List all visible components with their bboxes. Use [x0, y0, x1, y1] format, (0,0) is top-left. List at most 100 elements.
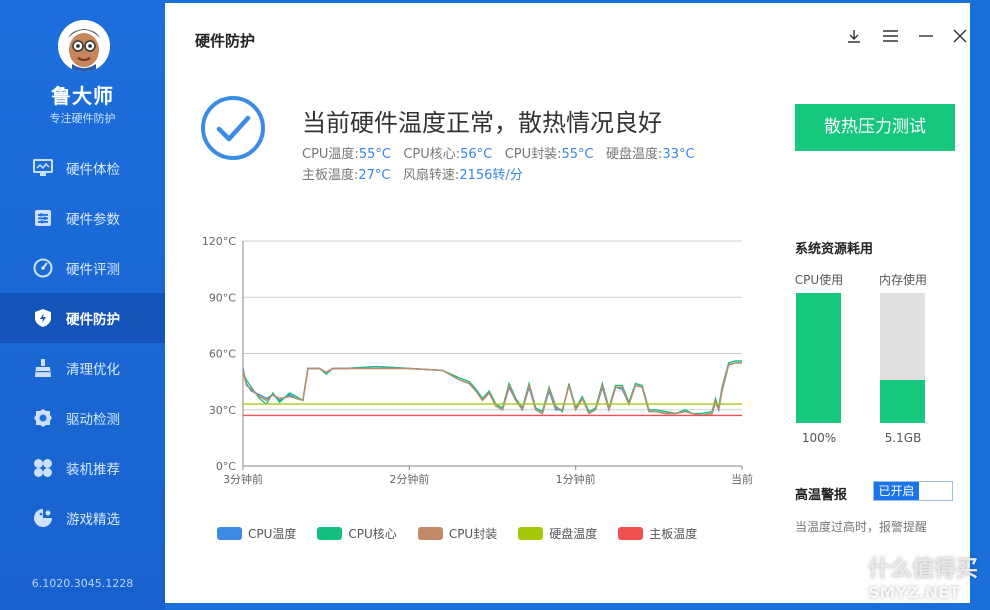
minimize-icon: [919, 35, 933, 37]
legend-item-disk-temp: 硬盘温度: [518, 525, 597, 542]
minimize-button[interactable]: [915, 25, 937, 47]
mascot-icon: [58, 20, 110, 72]
sidebar-item-label: 装机推荐: [66, 462, 120, 478]
legend-swatch: [618, 527, 644, 540]
avatar[interactable]: [58, 20, 110, 72]
sidebar: 鲁大师 专注硬件防护 硬件体检 硬件参数 硬件评测 硬件防护 清理优化 驱动检测…: [0, 0, 165, 610]
main-panel: 硬件防护 当前硬件温度正常，散热情况良好 CPU温度:55°C CPU核心:56…: [165, 3, 970, 603]
cpu-package-value: 55°C: [561, 147, 594, 162]
version-text: 6.1020.3045.1228: [31, 577, 134, 590]
legend-item-cpu-temp: CPU温度: [217, 525, 296, 542]
watermark: 什么值得买 SMYZ.NET: [868, 551, 978, 602]
temperature-readouts: CPU温度:55°C CPU核心:56°C CPU封装:55°C 硬盘温度:33…: [302, 144, 772, 186]
y-tick-label: 30°C: [209, 404, 236, 417]
sidebar-item-hardware-protection[interactable]: 硬件防护: [0, 293, 165, 343]
legend-item-cpu-core: CPU核心: [317, 525, 397, 542]
sidebar-item-hardware-benchmark[interactable]: 硬件评测: [0, 243, 165, 293]
cpu-temp-label: CPU温度:: [302, 147, 359, 162]
board-temp-value: 27°C: [358, 168, 391, 183]
app-subtitle: 专注硬件防护: [49, 112, 116, 125]
fan-speed-value: 2156转/分: [459, 168, 523, 183]
cpu-usage-fill: [796, 293, 841, 423]
legend-item-cpu-package: CPU封装: [417, 525, 498, 542]
sidebar-item-hardware-check[interactable]: 硬件体检: [0, 143, 165, 193]
high-temp-alarm-title: 高温警报: [795, 488, 848, 503]
board-temp-label: 主板温度:: [302, 168, 359, 183]
legend-label: CPU核心: [348, 527, 397, 541]
status-check-icon: [200, 95, 266, 161]
legend-label: CPU封装: [448, 527, 498, 541]
legend-swatch: [317, 527, 343, 540]
x-tick-label: 3分钟前: [223, 472, 263, 486]
x-tick-label: 2分钟前: [389, 472, 429, 486]
alarm-toggle-label: 已开启: [874, 482, 919, 500]
sidebar-item-label: 硬件参数: [66, 212, 120, 228]
cpu-temp-value: 55°C: [358, 147, 391, 162]
sidebar-item-clean-optimize[interactable]: 清理优化: [0, 343, 165, 393]
cpu-core-value: 56°C: [460, 147, 493, 162]
series-line-2: [242, 362, 742, 417]
legend-item-board-temp: 主板温度: [618, 525, 697, 542]
stress-test-button[interactable]: 散热压力测试: [795, 104, 955, 151]
sidebar-item-label: 硬件体检: [66, 162, 120, 178]
cpu-usage-bar: [796, 293, 841, 423]
sidebar-item-label: 游戏精选: [66, 512, 120, 528]
temps-line-1: CPU温度:55°C CPU核心:56°C CPU封装:55°C 硬盘温度:33…: [302, 144, 772, 165]
download-icon: [848, 30, 860, 43]
legend-label: 硬盘温度: [549, 527, 598, 541]
menu-button[interactable]: [879, 25, 901, 47]
cpu-usage-label: CPU使用: [794, 273, 844, 287]
y-tick-label: 90°C: [209, 291, 236, 304]
legend-swatch: [518, 527, 544, 540]
sidebar-item-hardware-params[interactable]: 硬件参数: [0, 193, 165, 243]
app-name: 鲁大师: [51, 84, 114, 108]
disk-temp-label: 硬盘温度:: [606, 147, 663, 162]
legend-swatch: [417, 527, 443, 540]
watermark-text: 什么值得买: [867, 557, 978, 582]
memory-usage-fill: [880, 380, 925, 423]
broom-icon: [32, 357, 54, 379]
resources-title: 系统资源耗用: [795, 242, 874, 257]
sidebar-item-label: 硬件防护: [66, 312, 120, 328]
legend-swatch: [217, 527, 242, 540]
shield-icon: [32, 307, 54, 329]
temps-line-2: 主板温度:27°C 风扇转速:2156转/分: [302, 165, 772, 186]
gauge-icon: [32, 257, 54, 279]
memory-usage-value: 5.1GB: [884, 431, 922, 445]
sidebar-item-label: 硬件评测: [66, 262, 120, 278]
status-headline: 当前硬件温度正常，散热情况良好: [302, 109, 662, 137]
memory-usage-label: 内存使用: [878, 273, 927, 287]
disk-temp-value: 33°C: [662, 147, 695, 162]
cpu-usage-value: 100%: [801, 431, 837, 445]
x-tick-label: 当前: [731, 472, 753, 486]
close-button[interactable]: [949, 25, 971, 47]
fan-speed-label: 风扇转速:: [402, 168, 460, 183]
legend-label: 主板温度: [649, 527, 698, 541]
temperature-chart: 0°C 30°C 60°C 90°C 120°C 3分钟前 2分钟前 1分钟前 当前: [202, 235, 753, 486]
series-line-0: [242, 362, 742, 417]
sidebar-item-game-picks[interactable]: 游戏精选: [0, 493, 165, 543]
sidebar-item-build-recommend[interactable]: 装机推荐: [0, 443, 165, 493]
alarm-toggle[interactable]: 已开启: [873, 481, 953, 501]
sidebar-item-label: 驱动检测: [66, 412, 120, 428]
sidebar-item-driver-detect[interactable]: 驱动检测: [0, 393, 165, 443]
close-icon: [953, 29, 967, 43]
y-tick-label: 60°C: [209, 348, 236, 361]
x-tick-label: 1分钟前: [556, 472, 596, 486]
monitor-icon: [32, 157, 54, 179]
alarm-description: 当温度过高时，报警提醒: [795, 520, 928, 534]
cpu-package-label: CPU封装:: [504, 147, 562, 162]
sidebar-nav: 硬件体检 硬件参数 硬件评测 硬件防护 清理优化 驱动检测 装机推荐 游戏精选: [0, 143, 165, 543]
gear-icon: [32, 407, 54, 429]
download-button[interactable]: [843, 25, 865, 47]
y-tick-label: 120°C: [202, 235, 236, 248]
watermark-site: SMYZ.NET: [867, 583, 960, 602]
memory-usage-bar: [880, 293, 925, 423]
menu-icon: [882, 30, 898, 42]
sidebar-item-label: 清理优化: [66, 362, 120, 378]
gamepad-icon: [32, 507, 54, 529]
sliders-icon: [32, 207, 54, 229]
y-tick-label: 0°C: [216, 460, 236, 473]
grid-icon: [32, 457, 54, 479]
cpu-core-label: CPU核心:: [403, 147, 461, 162]
